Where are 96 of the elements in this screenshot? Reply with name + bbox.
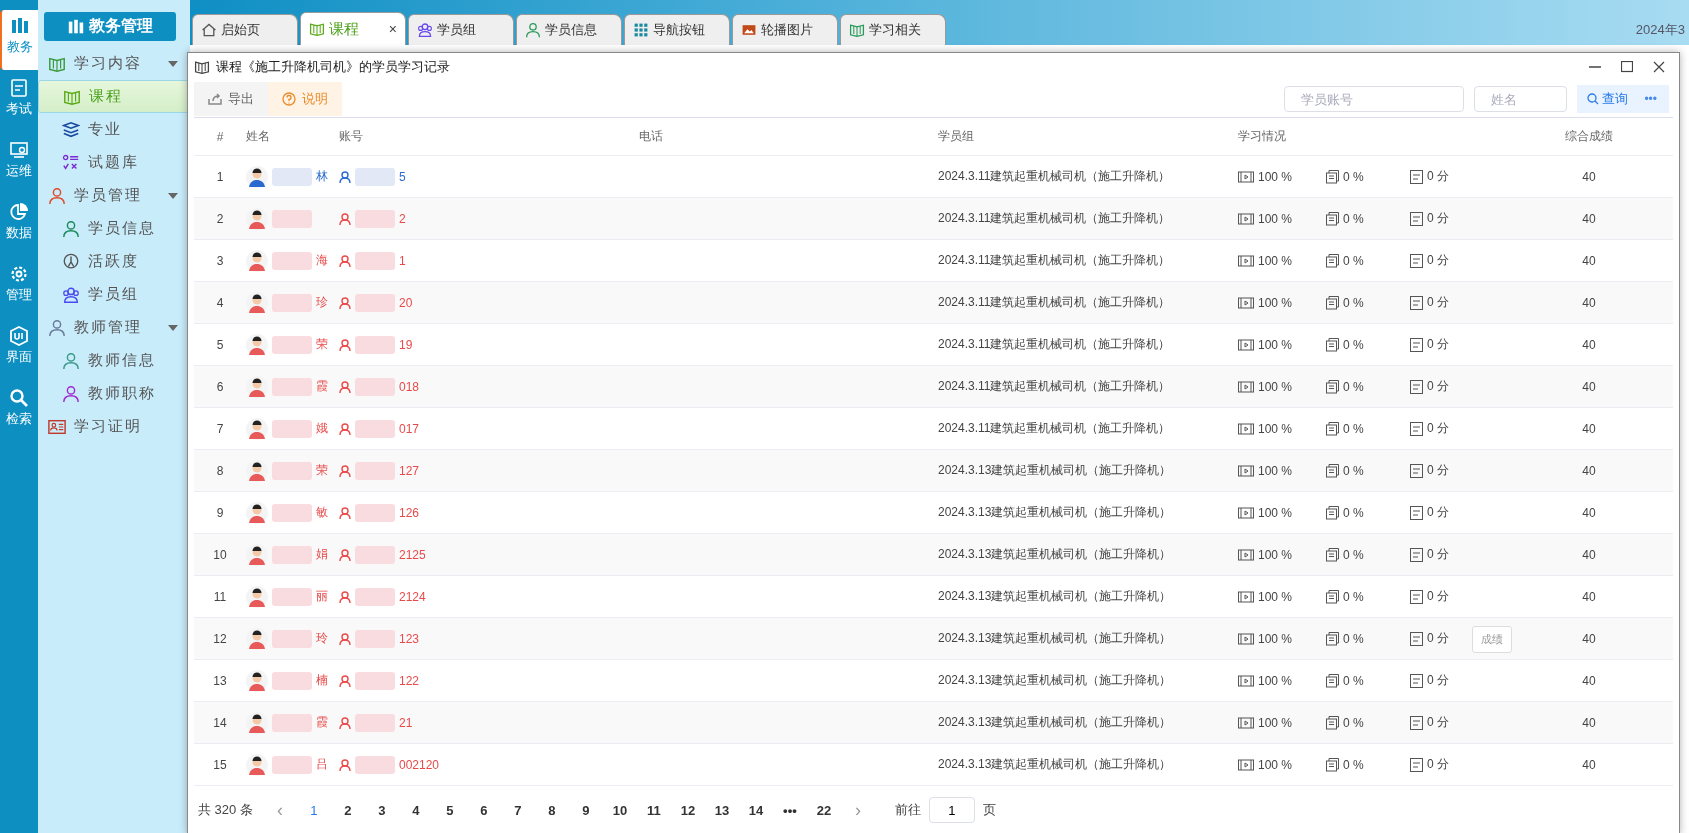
total-score: 40 xyxy=(1582,673,1596,688)
tooltip: 成绩 xyxy=(1472,626,1512,653)
exercise-progress: 0 % xyxy=(1343,715,1364,730)
exam-score: 0 分 xyxy=(1427,756,1449,773)
exercise-progress: 0 % xyxy=(1343,631,1364,646)
row-number: 2 xyxy=(216,211,224,226)
group-name: 2024.3.13建筑起重机械司机（施工升降机） xyxy=(938,630,1172,647)
exam-score: 0 分 xyxy=(1427,420,1449,437)
exam-score: 0 分 xyxy=(1427,294,1449,311)
total-score: 40 xyxy=(1582,169,1596,184)
total-count: 共 320 条 xyxy=(198,801,253,819)
group-name: 2024.3.13建筑起重机械司机（施工升降机） xyxy=(938,756,1172,773)
date-text: 2024年3 xyxy=(1635,21,1685,39)
video-progress: 100 % xyxy=(1258,379,1293,394)
exercise-progress: 0 % xyxy=(1343,379,1364,394)
exam-score: 0 分 xyxy=(1427,714,1449,731)
column-header: 学员组 xyxy=(938,128,974,145)
column-header: 姓名 xyxy=(246,128,270,145)
total-score: 40 xyxy=(1582,295,1596,310)
group-name: 2024.3.11建筑起重机械司机（施工升降机） xyxy=(938,168,1171,185)
row-number: 15 xyxy=(213,757,227,772)
column-header: 学习情况 xyxy=(1238,128,1286,145)
video-progress: 100 % xyxy=(1258,337,1293,352)
row-number: 1 xyxy=(216,169,224,184)
row-number: 6 xyxy=(216,379,224,394)
total-score: 40 xyxy=(1582,757,1596,772)
exercise-progress: 0 % xyxy=(1343,589,1364,604)
exam-score: 0 分 xyxy=(1427,546,1449,563)
video-progress: 100 % xyxy=(1258,547,1293,562)
group-name: 2024.3.11建筑起重机械司机（施工升降机） xyxy=(938,420,1171,437)
exercise-progress: 0 % xyxy=(1343,673,1364,688)
exam-score: 0 分 xyxy=(1427,168,1449,185)
group-name: 2024.3.11建筑起重机械司机（施工升降机） xyxy=(938,252,1171,269)
exam-score: 0 分 xyxy=(1427,252,1449,269)
total-score: 40 xyxy=(1582,589,1596,604)
column-header: # xyxy=(216,129,224,144)
row-number: 11 xyxy=(213,589,227,604)
video-progress: 100 % xyxy=(1258,421,1293,436)
group-name: 2024.3.13建筑起重机械司机（施工升降机） xyxy=(938,462,1172,479)
total-score: 40 xyxy=(1582,337,1596,352)
group-name: 2024.3.11建筑起重机械司机（施工升降机） xyxy=(938,294,1171,311)
exam-score: 0 分 xyxy=(1427,210,1449,227)
exam-score: 0 分 xyxy=(1427,378,1449,395)
exercise-progress: 0 % xyxy=(1343,547,1364,562)
row-number: 9 xyxy=(216,505,224,520)
exercise-progress: 0 % xyxy=(1343,421,1364,436)
exam-score: 0 分 xyxy=(1427,504,1449,521)
exercise-progress: 0 % xyxy=(1343,463,1364,478)
row-number: 7 xyxy=(216,421,224,436)
group-name: 2024.3.11建筑起重机械司机（施工升降机） xyxy=(938,378,1171,395)
row-number: 10 xyxy=(213,547,227,562)
video-progress: 100 % xyxy=(1258,505,1293,520)
group-name: 2024.3.13建筑起重机械司机（施工升降机） xyxy=(938,546,1172,563)
row-number: 5 xyxy=(216,337,224,352)
exam-score: 0 分 xyxy=(1427,672,1449,689)
exam-score: 0 分 xyxy=(1427,588,1449,605)
total-score: 40 xyxy=(1582,463,1596,478)
total-score: 40 xyxy=(1582,253,1596,268)
dialog-title: 课程《施工升降机司机》的学员学习记录 xyxy=(216,58,450,76)
goto-label: 前往 xyxy=(894,801,921,819)
row-number: 8 xyxy=(216,463,224,478)
video-progress: 100 % xyxy=(1258,463,1293,478)
column-header: 综合成绩 xyxy=(1565,128,1613,145)
row-number: 4 xyxy=(216,295,224,310)
group-name: 2024.3.13建筑起重机械司机（施工升降机） xyxy=(938,714,1172,731)
group-name: 2024.3.13建筑起重机械司机（施工升降机） xyxy=(938,504,1172,521)
row-number: 14 xyxy=(213,715,227,730)
exam-score: 0 分 xyxy=(1427,462,1449,479)
row-number: 13 xyxy=(213,673,227,688)
video-progress: 100 % xyxy=(1258,589,1293,604)
total-score: 40 xyxy=(1582,211,1596,226)
total-score: 40 xyxy=(1582,379,1596,394)
row-number: 3 xyxy=(216,253,224,268)
exercise-progress: 0 % xyxy=(1343,337,1364,352)
group-name: 2024.3.13建筑起重机械司机（施工升降机） xyxy=(938,588,1172,605)
total-score: 40 xyxy=(1582,631,1596,646)
video-progress: 100 % xyxy=(1258,631,1293,646)
video-progress: 100 % xyxy=(1258,715,1293,730)
total-score: 40 xyxy=(1582,505,1596,520)
video-progress: 100 % xyxy=(1258,673,1293,688)
sidebar-title: 教务管理 xyxy=(89,16,153,36)
exercise-progress: 0 % xyxy=(1343,505,1364,520)
video-progress: 100 % xyxy=(1258,757,1293,772)
row-number: 12 xyxy=(213,631,227,646)
column-header: 电话 xyxy=(639,128,663,145)
group-name: 2024.3.11建筑起重机械司机（施工升降机） xyxy=(938,336,1171,353)
exam-score: 0 分 xyxy=(1427,630,1449,647)
exam-score: 0 分 xyxy=(1427,336,1449,353)
total-score: 40 xyxy=(1582,715,1596,730)
exercise-progress: 0 % xyxy=(1343,757,1364,772)
total-score: 40 xyxy=(1582,421,1596,436)
group-name: 2024.3.13建筑起重机械司机（施工升降机） xyxy=(938,672,1172,689)
group-name: 2024.3.11建筑起重机械司机（施工升降机） xyxy=(938,210,1171,227)
column-header: 账号 xyxy=(339,128,363,145)
total-score: 40 xyxy=(1582,547,1596,562)
page-unit: 页 xyxy=(982,801,996,819)
